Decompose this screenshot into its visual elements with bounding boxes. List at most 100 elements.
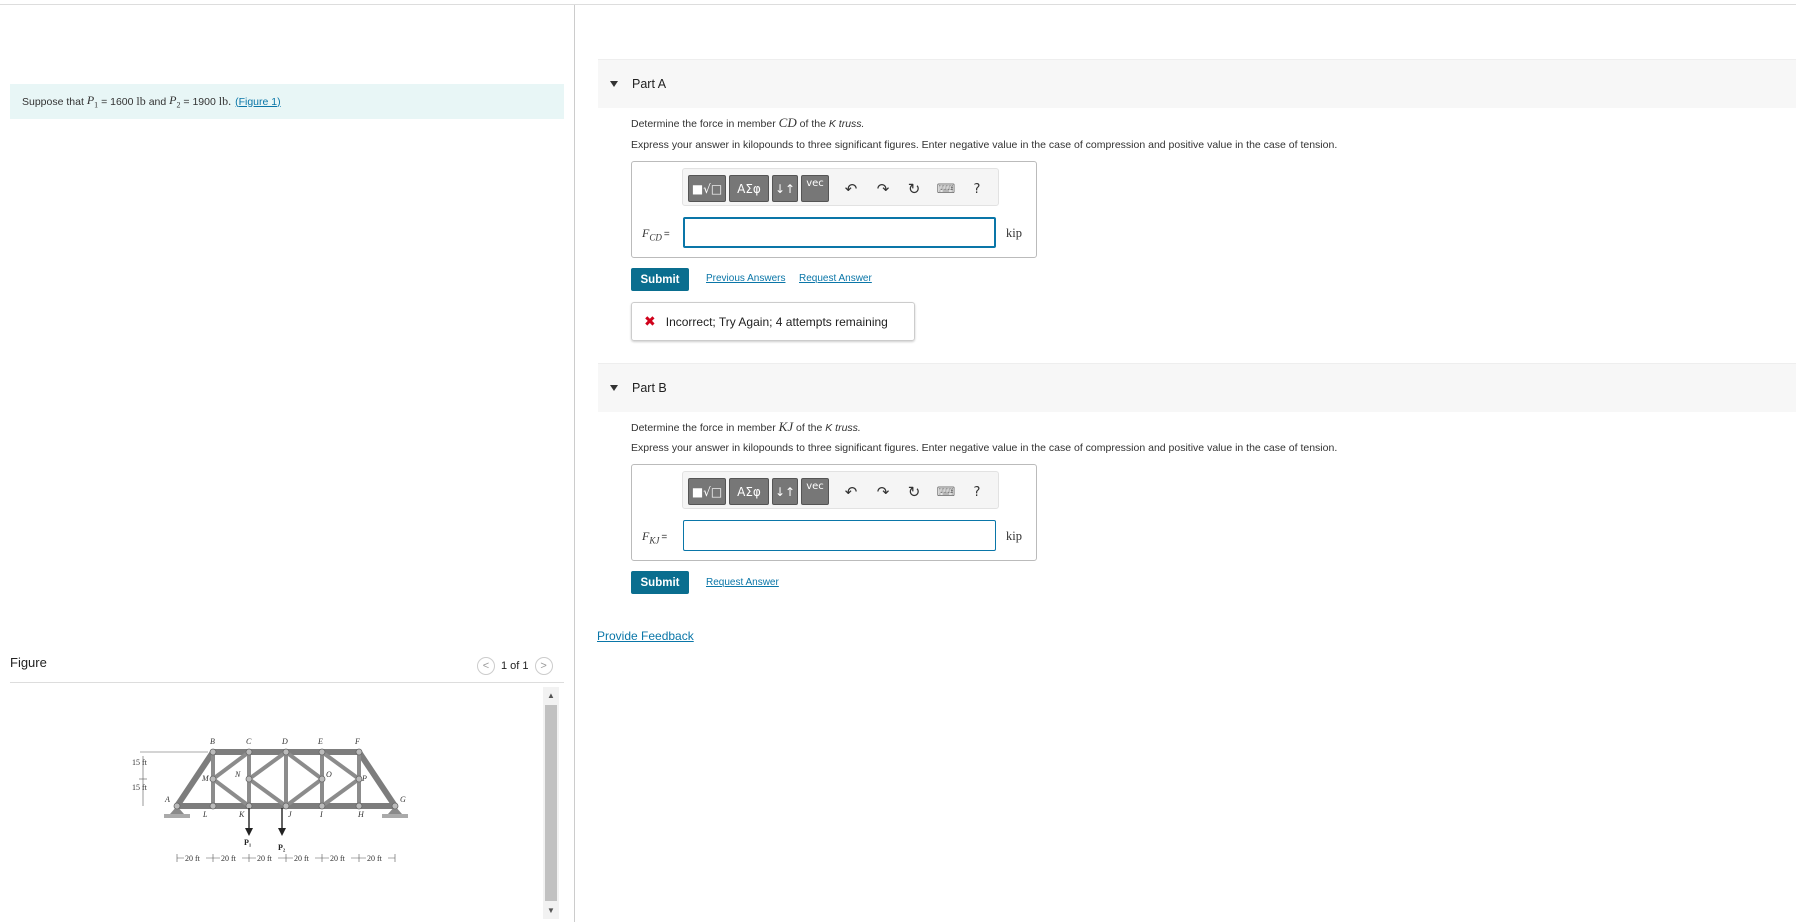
height-label-bottom: 15 ft [132, 783, 148, 792]
keyboard-icon[interactable]: ⌨ [936, 179, 956, 199]
part-b-question: Determine the force in member KJ of the … [631, 419, 861, 434]
label-F: F [354, 737, 360, 746]
figure-scrollbar[interactable]: ▲ ▼ [543, 687, 559, 919]
label-K: K [238, 810, 245, 819]
p2-symbol: P2 [169, 93, 181, 110]
figure-divider [10, 682, 564, 683]
scrollbar-thumb[interactable] [545, 705, 557, 901]
scroll-down-icon[interactable]: ▼ [543, 906, 559, 915]
part-a-answer-input[interactable] [683, 217, 996, 248]
label-C: C [246, 737, 252, 746]
label-E: E [317, 737, 323, 746]
part-a-submit-button[interactable]: Submit [631, 268, 689, 291]
label-J: J [288, 810, 292, 819]
load-label-1: P₁ [244, 838, 252, 847]
part-b-title: Part B [632, 381, 667, 395]
p2-value: = 1900 [183, 95, 216, 108]
part-b-member: KJ [778, 419, 794, 434]
part-b-answer-input[interactable] [683, 520, 996, 551]
part-a-truss-letter: K [828, 118, 836, 130]
keyboard-icon[interactable]: ⌨ [936, 482, 956, 502]
span-label-3: 20 ft [257, 854, 273, 863]
label-D: D [281, 737, 288, 746]
truss-figure: B C D E F A G M N O P L K J I H 15 ft 15… [132, 737, 408, 863]
greek-symbols-button[interactable]: ΑΣφ [729, 478, 769, 505]
collapse-part-a-icon[interactable] [610, 81, 618, 87]
part-b-unit: kip [1006, 529, 1022, 543]
left-panel: Suppose that P1 = 1600 lb and P2 = 1900 … [0, 5, 575, 922]
part-a-question: Determine the force in member CD of the … [631, 115, 865, 130]
provide-feedback-link[interactable]: Provide Feedback [597, 629, 694, 643]
label-M: M [201, 774, 210, 783]
span-label-6: 20 ft [367, 854, 383, 863]
left-ground [164, 814, 190, 818]
scroll-up-icon[interactable]: ▲ [543, 691, 559, 700]
part-a-request-answer-link[interactable]: Request Answer [799, 273, 872, 284]
figure-pager: < 1 of 1 > [477, 657, 553, 675]
p2-unit: lb. [218, 94, 232, 108]
part-b-truss-letter: K [825, 422, 833, 434]
part-a-header[interactable]: Part A [598, 59, 1796, 108]
p1-symbol: P1 [86, 93, 99, 110]
incorrect-icon: ✖ [644, 313, 656, 330]
given-and: and [148, 95, 167, 108]
label-O: O [326, 770, 332, 779]
reset-icon[interactable]: ↻ [904, 179, 924, 199]
load-arrowhead-2 [278, 828, 286, 836]
part-b-answer-box: ■√□ ΑΣφ ↓↑ vec ↶ ↷ ↻ ⌨ ? FKJ = kip [631, 464, 1037, 561]
help-icon[interactable]: ? [967, 179, 987, 199]
part-b-request-answer-link[interactable]: Request Answer [706, 577, 779, 588]
undo-icon[interactable]: ↶ [841, 482, 861, 502]
load-arrowhead-1 [245, 828, 253, 836]
span-label-5: 20 ft [330, 854, 346, 863]
label-G: G [400, 795, 406, 804]
part-b-submit-button[interactable]: Submit [631, 571, 689, 594]
part-b-instructions: Express your answer in kilopounds to thr… [631, 442, 1338, 454]
prev-figure-button[interactable]: < [477, 657, 495, 675]
label-A: A [164, 795, 170, 804]
part-a-toolbar: ■√□ ΑΣφ ↓↑ vec ↶ ↷ ↻ ⌨ ? [682, 168, 999, 206]
given-prefix: Suppose that [22, 95, 84, 108]
p1-unit: lb [136, 94, 146, 108]
height-label-top: 15 ft [132, 758, 148, 767]
subscript-superscript-button[interactable]: ↓↑ [772, 175, 798, 202]
label-H: H [357, 810, 365, 819]
span-label-2: 20 ft [221, 854, 237, 863]
part-a-title: Part A [632, 77, 667, 91]
templates-button[interactable]: ■√□ [688, 478, 726, 505]
load-label-2: P₂ [278, 843, 286, 852]
span-label-4: 20 ft [294, 854, 310, 863]
redo-icon[interactable]: ↷ [873, 179, 893, 199]
undo-icon[interactable]: ↶ [841, 179, 861, 199]
part-a-instructions: Express your answer in kilopounds to thr… [631, 139, 1338, 151]
part-b-header[interactable]: Part B [598, 363, 1796, 412]
given-values: Suppose that P1 = 1600 lb and P2 = 1900 … [10, 84, 564, 119]
vector-button[interactable]: vec [801, 175, 829, 202]
previous-answers-link[interactable]: Previous Answers [706, 273, 785, 284]
label-L: L [202, 810, 208, 819]
next-figure-button[interactable]: > [534, 657, 553, 675]
subscript-superscript-button[interactable]: ↓↑ [772, 478, 798, 505]
collapse-part-b-icon[interactable] [610, 385, 618, 391]
part-b-toolbar: ■√□ ΑΣφ ↓↑ vec ↶ ↷ ↻ ⌨ ? [682, 471, 999, 509]
part-a-answer-box: ■√□ ΑΣφ ↓↑ vec ↶ ↷ ↻ ⌨ ? FCD = kip [631, 161, 1037, 258]
vector-button[interactable]: vec [801, 478, 829, 505]
redo-icon[interactable]: ↷ [873, 482, 893, 502]
label-I: I [319, 810, 323, 819]
part-a-feedback: ✖ Incorrect; Try Again; 4 attempts remai… [631, 302, 915, 341]
reset-icon[interactable]: ↻ [904, 482, 924, 502]
label-P: P [361, 774, 367, 783]
pager-label: 1 of 1 [501, 660, 529, 672]
figure-link[interactable]: (Figure 1) [235, 96, 281, 108]
right-panel: Part A Determine the force in member CD … [575, 5, 1796, 922]
label-B: B [210, 737, 215, 746]
label-N: N [234, 770, 241, 779]
part-a-feedback-text: Incorrect; Try Again; 4 attempts remaini… [665, 314, 888, 329]
part-a-variable: FCD = [642, 226, 670, 243]
part-b-variable: FKJ = [642, 529, 668, 546]
templates-button[interactable]: ■√□ [688, 175, 726, 202]
p1-value: = 1600 [101, 95, 134, 108]
greek-symbols-button[interactable]: ΑΣφ [729, 175, 769, 202]
help-icon[interactable]: ? [967, 482, 987, 502]
part-a-unit: kip [1006, 226, 1022, 240]
